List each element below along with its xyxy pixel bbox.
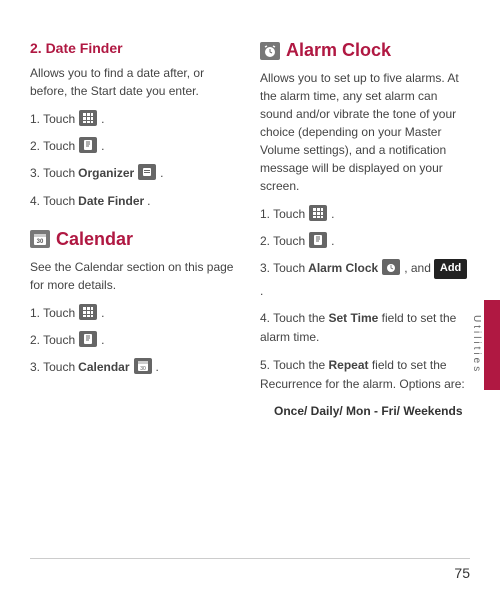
left-column: 2. Date Finder Allows you to find a date… bbox=[30, 40, 240, 420]
side-section-label: Utilities bbox=[471, 300, 482, 390]
calendar-small-icon: 30 bbox=[134, 358, 152, 374]
alarm-step-5: 5. Touch the Repeat field to set the Rec… bbox=[260, 356, 470, 394]
svg-text:30: 30 bbox=[37, 239, 44, 245]
date-finder-title: 2. Date Finder bbox=[30, 40, 240, 56]
alarm-title: Alarm Clock bbox=[260, 40, 470, 61]
alarm-desc: Allows you to set up to five alarms. At … bbox=[260, 69, 470, 195]
df-step-4: 4. Touch Date Finder . bbox=[30, 192, 240, 211]
alarm-repeat-options: Once/ Daily/ Mon - Fri/ Weekends bbox=[274, 402, 470, 420]
grid-icon bbox=[309, 205, 327, 221]
date-finder-desc: Allows you to find a date after, or befo… bbox=[30, 64, 240, 100]
note-icon bbox=[79, 331, 97, 347]
alarm-step-4: 4. Touch the Set Time field to set the a… bbox=[260, 309, 470, 347]
df-step-2: 2. Touch . bbox=[30, 137, 240, 156]
cal-step-2: 2. Touch . bbox=[30, 331, 240, 350]
page-number: 75 bbox=[454, 565, 470, 581]
df-step-3: 3. Touch Organizer . bbox=[30, 164, 240, 183]
organizer-icon bbox=[138, 164, 156, 180]
alarm-clock-icon bbox=[260, 42, 280, 60]
df-step-1: 1. Touch . bbox=[30, 110, 240, 129]
calendar-desc: See the Calendar section on this page fo… bbox=[30, 258, 240, 294]
cal-step-3: 3. Touch Calendar 30 . bbox=[30, 358, 240, 377]
note-icon bbox=[79, 137, 97, 153]
alarm-step-3: 3. Touch Alarm Clock , and Add . bbox=[260, 259, 470, 301]
side-tab bbox=[484, 300, 500, 390]
grid-icon bbox=[79, 110, 97, 126]
right-column: Alarm Clock Allows you to set up to five… bbox=[260, 40, 470, 420]
alarm-step-2: 2. Touch . bbox=[260, 232, 470, 251]
page-content: 2. Date Finder Allows you to find a date… bbox=[30, 40, 470, 420]
alarm-small-icon bbox=[382, 259, 400, 275]
calendar-icon: 30 bbox=[30, 230, 50, 248]
add-button-label: Add bbox=[434, 259, 467, 279]
note-icon bbox=[309, 232, 327, 248]
alarm-step-1: 1. Touch . bbox=[260, 205, 470, 224]
footer-rule bbox=[30, 558, 470, 559]
calendar-title: 30 Calendar bbox=[30, 229, 240, 250]
svg-text:30: 30 bbox=[140, 366, 146, 372]
grid-icon bbox=[79, 304, 97, 320]
cal-step-1: 1. Touch . bbox=[30, 304, 240, 323]
